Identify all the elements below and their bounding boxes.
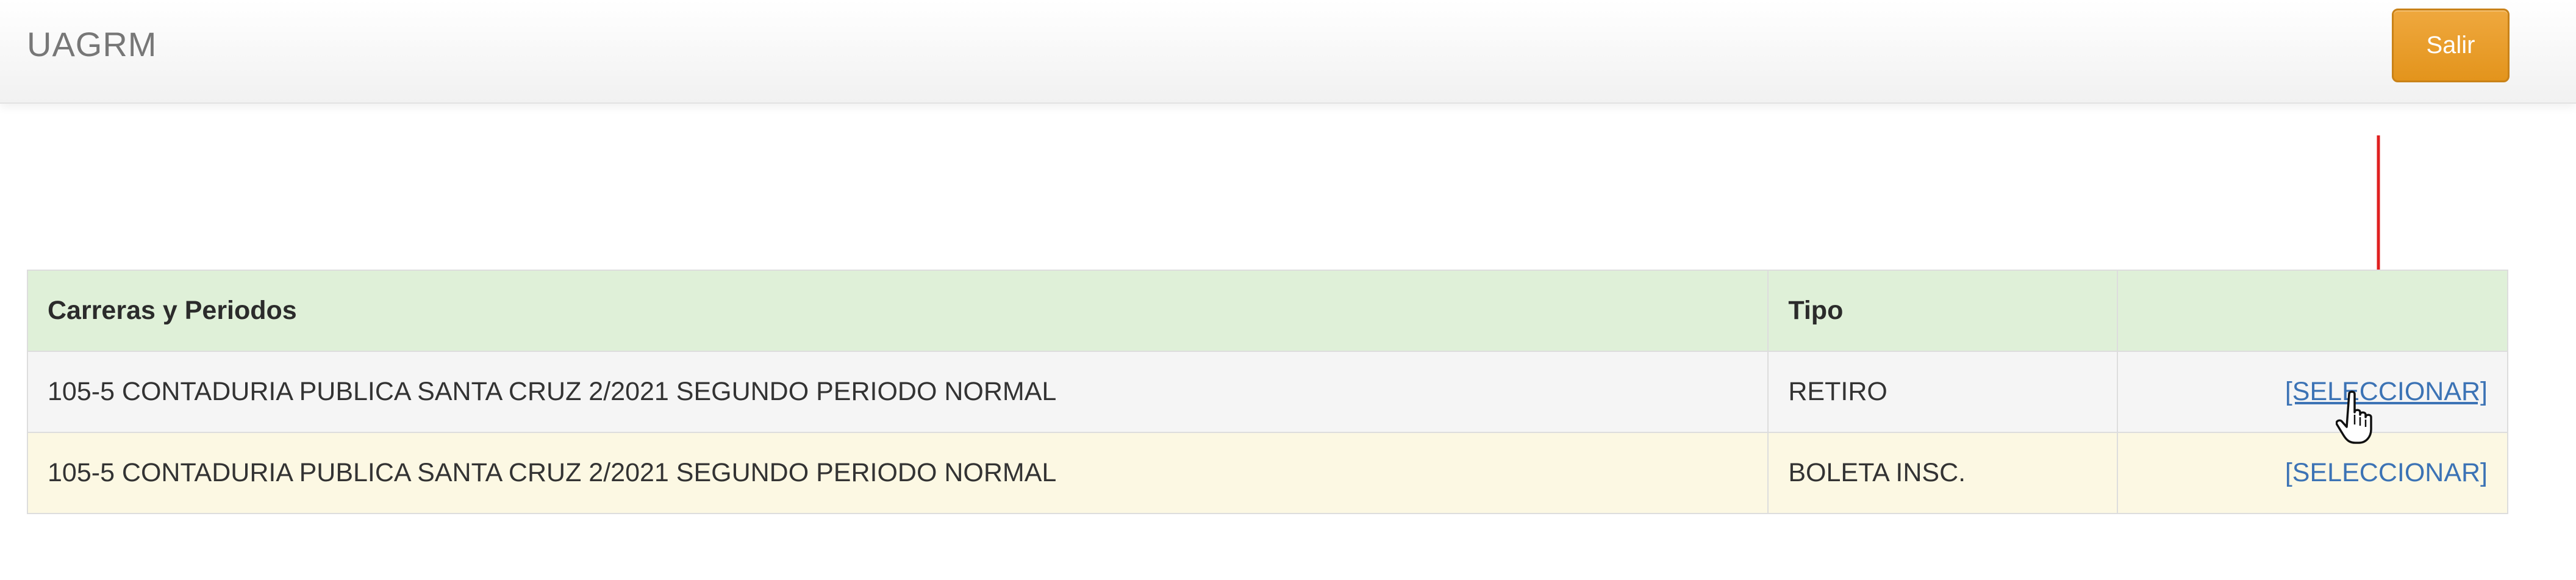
brand-title[interactable]: UAGRM bbox=[27, 24, 157, 64]
table-header-row: Carreras y Periodos Tipo bbox=[26, 270, 2508, 352]
cell-tipo: RETIRO bbox=[1767, 351, 2119, 433]
table-row: 105-5 CONTADURIA PUBLICA SANTA CRUZ 2/20… bbox=[26, 432, 2508, 514]
cell-action: [SELECCIONAR] bbox=[2117, 351, 2508, 433]
table-row: 105-5 CONTADURIA PUBLICA SANTA CRUZ 2/20… bbox=[26, 351, 2508, 433]
header-action bbox=[2117, 270, 2508, 352]
hand-pointer-icon bbox=[2336, 390, 2372, 444]
top-navbar: UAGRM Salir bbox=[0, 0, 2576, 104]
careers-periods-table: Carreras y Periodos Tipo 105-5 CONTADURI… bbox=[26, 270, 2508, 514]
cell-tipo: BOLETA INSC. bbox=[1767, 432, 2119, 514]
select-link[interactable]: [SELECCIONAR] bbox=[2285, 377, 2488, 406]
select-link[interactable]: [SELECCIONAR] bbox=[2285, 458, 2488, 487]
cell-carrera: 105-5 CONTADURIA PUBLICA SANTA CRUZ 2/20… bbox=[26, 351, 1769, 433]
cell-carrera: 105-5 CONTADURIA PUBLICA SANTA CRUZ 2/20… bbox=[26, 432, 1769, 514]
cell-action: [SELECCIONAR] bbox=[2117, 432, 2508, 514]
header-tipo: Tipo bbox=[1767, 270, 2119, 352]
header-carreras: Carreras y Periodos bbox=[26, 270, 1769, 352]
logout-button[interactable]: Salir bbox=[2392, 9, 2510, 82]
careers-table-container: Carreras y Periodos Tipo 105-5 CONTADURI… bbox=[26, 270, 2508, 514]
